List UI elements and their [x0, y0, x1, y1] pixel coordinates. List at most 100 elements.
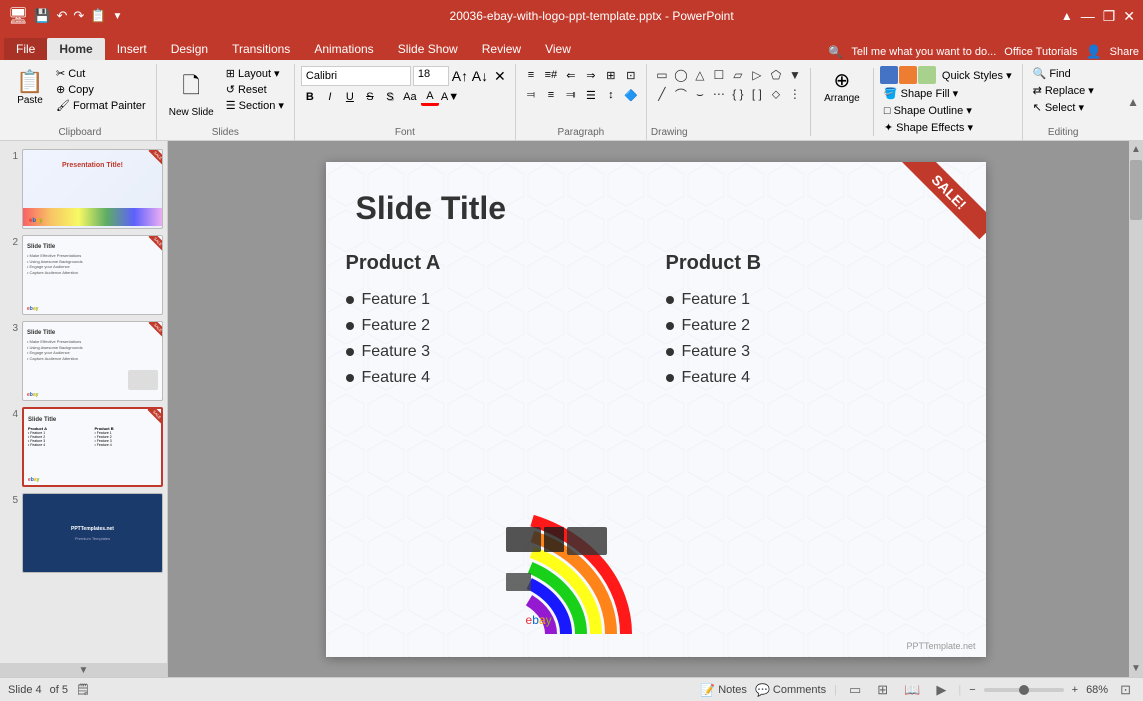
tab-home[interactable]: Home	[47, 38, 104, 60]
slide-thumb-4[interactable]: 4 SALE Slide Title Product A • Feature 1…	[4, 407, 163, 487]
slide-thumb-3[interactable]: 3 SALE Slide Title • Make Effective Pres…	[4, 321, 163, 401]
slide-img-5[interactable]: PPTTemplates.net Premium Templates	[22, 493, 163, 573]
smartart-button[interactable]: 🔷	[622, 86, 640, 104]
zoom-in-btn[interactable]: +	[1072, 684, 1078, 696]
bracket-tool[interactable]: [ ]	[748, 85, 766, 103]
tell-me-search[interactable]: Tell me what you want to do...	[851, 46, 996, 58]
tab-review[interactable]: Review	[470, 38, 533, 60]
replace-button[interactable]: ⇄ Replace ▾	[1029, 83, 1098, 98]
slide-img-4[interactable]: SALE Slide Title Product A • Feature 1• …	[22, 407, 163, 487]
formula-tool[interactable]: ⋮	[786, 85, 804, 103]
style-swatch-2[interactable]	[899, 66, 917, 84]
font-name-input[interactable]: Calibri	[301, 66, 411, 86]
arc-tool[interactable]: ⌣	[691, 85, 709, 103]
scroll-up-btn[interactable]: ▲	[1128, 141, 1143, 158]
line-tool[interactable]: ╱	[653, 85, 671, 103]
style-swatch-3[interactable]	[918, 66, 936, 84]
triangle-tool[interactable]: △	[691, 66, 709, 84]
new-slide-button[interactable]: 🗋 New Slide	[163, 66, 220, 121]
slide-thumb-5[interactable]: 5 PPTTemplates.net Premium Templates	[4, 493, 163, 573]
fit-slide-btn[interactable]: ⊡	[1116, 680, 1135, 700]
style-swatch-1[interactable]	[880, 66, 898, 84]
qat-undo[interactable]: ↶	[57, 8, 68, 24]
notes-button[interactable]: 📝 Notes	[700, 683, 747, 697]
align-center-button[interactable]: ≡	[542, 86, 560, 104]
product-a-heading[interactable]: Product A	[346, 252, 646, 275]
slide-thumb-2[interactable]: 2 SALE Slide Title • Make Effective Pres…	[4, 235, 163, 315]
scroll-thumb[interactable]	[1130, 160, 1142, 220]
find-button[interactable]: 🔍 Find	[1029, 66, 1098, 81]
share-btn[interactable]: Share	[1110, 46, 1139, 58]
qat-redo[interactable]: ↷	[73, 8, 84, 24]
bullet-list-button[interactable]: ≡	[522, 66, 540, 84]
decrease-font-button[interactable]: A↓	[471, 67, 489, 85]
qat-dropdown[interactable]: ▼	[113, 11, 123, 22]
circle-tool[interactable]: ◯	[672, 66, 690, 84]
qat-customize[interactable]: 📋	[90, 8, 106, 24]
section-button[interactable]: ☰ Section ▾	[222, 98, 288, 113]
quick-styles-button[interactable]: Quick Styles ▾	[938, 68, 1016, 83]
connector-tool[interactable]: ⋯	[710, 85, 728, 103]
zoom-out-btn[interactable]: −	[969, 684, 975, 696]
office-tutorials-btn[interactable]: Office Tutorials	[1004, 46, 1077, 58]
slide-img-1[interactable]: SALE Presentation Title! ebay	[22, 149, 163, 229]
parallelogram-tool[interactable]: ▱	[729, 66, 747, 84]
brace-tool[interactable]: { }	[729, 85, 747, 103]
numbered-list-button[interactable]: ≡#	[542, 66, 560, 84]
tab-file[interactable]: File	[4, 38, 47, 60]
more-shapes-btn[interactable]: ▼	[786, 66, 804, 84]
clear-format-button[interactable]: ✕	[491, 67, 509, 85]
restore-button[interactable]: ❐	[1103, 8, 1116, 25]
line-spacing-button[interactable]: ↕	[602, 86, 620, 104]
strikethrough-button[interactable]: S	[361, 88, 379, 106]
layout-button[interactable]: ⊞ Layout ▾	[222, 66, 288, 81]
shadow-button[interactable]: S	[381, 88, 399, 106]
vertical-scrollbar[interactable]: ▲ ▼	[1129, 141, 1143, 677]
columns-button[interactable]: ⊞	[602, 66, 620, 84]
format-painter-button[interactable]: 🖌 Format Painter	[52, 98, 150, 113]
close-button[interactable]: ✕	[1123, 8, 1135, 25]
slide-main-title[interactable]: Slide Title	[356, 190, 507, 227]
paste-button[interactable]: 📋 Paste	[10, 66, 50, 109]
shape-effects-button[interactable]: ✦ Shape Effects ▾	[880, 120, 1016, 135]
slide-thumb-1[interactable]: 1 SALE Presentation Title! ebay	[4, 149, 163, 229]
ribbon-collapse-icon[interactable]: ▲	[1061, 9, 1073, 23]
slide-img-2[interactable]: SALE Slide Title • Make Effective Presen…	[22, 235, 163, 315]
rectangle-tool[interactable]: ▭	[653, 66, 671, 84]
decrease-indent-button[interactable]: ⇐	[562, 66, 580, 84]
italic-button[interactable]: I	[321, 88, 339, 106]
cut-button[interactable]: ✂ Cut	[52, 66, 150, 81]
qat-save[interactable]: 💾	[34, 8, 50, 24]
case-button[interactable]: Aa	[401, 88, 419, 106]
shape-fill-button[interactable]: 🪣 Shape Fill ▾	[880, 86, 1016, 101]
tab-animations[interactable]: Animations	[302, 38, 385, 60]
select-button[interactable]: ↖ Select ▾	[1029, 100, 1098, 115]
tab-slideshow[interactable]: Slide Show	[386, 38, 470, 60]
diamond-tool[interactable]: ⬦	[767, 85, 785, 103]
text-direction-button[interactable]: ⊡	[622, 66, 640, 84]
increase-indent-button[interactable]: ⇒	[582, 66, 600, 84]
tab-view[interactable]: View	[533, 38, 583, 60]
font-size-input[interactable]: 18	[413, 66, 449, 86]
presenter-view-btn[interactable]: ▶	[932, 680, 950, 700]
increase-font-button[interactable]: A↑	[451, 67, 469, 85]
scroll-down-btn[interactable]: ▼	[1128, 660, 1143, 677]
ribbon-collapse-btn[interactable]: ▲	[1127, 95, 1139, 109]
normal-view-btn[interactable]: ▭	[845, 680, 865, 700]
arrow-tool[interactable]: ▷	[748, 66, 766, 84]
bold-button[interactable]: B	[301, 88, 319, 106]
comments-button[interactable]: 💬 Comments	[755, 683, 826, 697]
slide-sorter-btn[interactable]: ⊞	[873, 680, 892, 700]
font-color-button[interactable]: A	[421, 88, 439, 106]
curve-tool[interactable]: ⌒	[672, 85, 690, 103]
tab-insert[interactable]: Insert	[105, 38, 159, 60]
tab-transitions[interactable]: Transitions	[220, 38, 302, 60]
minimize-button[interactable]: —	[1081, 8, 1095, 24]
slides-scroll[interactable]: 1 SALE Presentation Title! ebay	[0, 141, 167, 663]
reading-view-btn[interactable]: 📖	[900, 680, 924, 700]
align-right-button[interactable]: ⫥	[562, 86, 580, 104]
reset-button[interactable]: ↺ Reset	[222, 82, 288, 97]
product-b-heading[interactable]: Product B	[666, 252, 966, 275]
shape-outline-button[interactable]: □ Shape Outline ▾	[880, 103, 1016, 118]
tab-design[interactable]: Design	[159, 38, 220, 60]
